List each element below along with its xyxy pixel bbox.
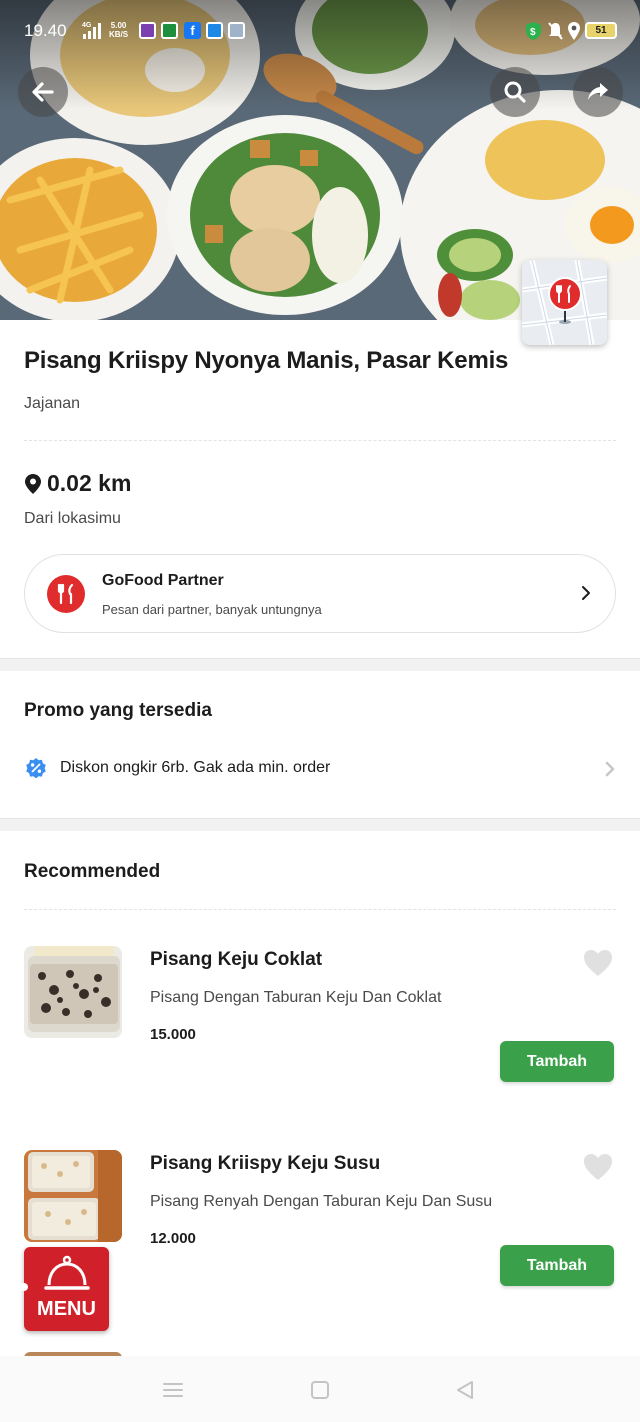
facebook-icon: f: [184, 22, 201, 39]
distance-row: 0.02 km: [24, 470, 131, 497]
partner-title: GoFood Partner: [102, 572, 224, 589]
divider: [24, 909, 616, 910]
system-navigation-bar: [0, 1356, 640, 1422]
back-button[interactable]: [18, 67, 68, 117]
map-thumbnail[interactable]: [522, 260, 607, 345]
share-icon: [588, 83, 608, 100]
add-to-cart-button[interactable]: Tambah: [500, 1041, 614, 1082]
menu-button-label: MENU: [37, 1298, 96, 1320]
menu-button[interactable]: MENU: [20, 1247, 109, 1331]
app-notification-icon: [228, 22, 245, 39]
heart-icon[interactable]: [582, 948, 614, 978]
promo-item[interactable]: Diskon ongkir 6rb. Gak ada min. order: [24, 756, 616, 782]
status-bar: 19.40 4G 5.00 KB/S f $ 51: [0, 0, 640, 62]
back-triangle-icon[interactable]: [454, 1380, 476, 1400]
svg-text:$: $: [530, 27, 536, 38]
home-square-icon[interactable]: [309, 1380, 331, 1400]
speed-value: 5.00: [110, 21, 127, 30]
chevron-right-icon: [582, 586, 590, 600]
distance-caption: Dari lokasimu: [24, 510, 121, 527]
restaurant-category: Jajanan: [24, 395, 81, 412]
arrow-left-icon: [32, 82, 54, 102]
share-button[interactable]: [573, 67, 623, 117]
add-to-cart-button[interactable]: Tambah: [500, 1245, 614, 1286]
distance-value: 0.02 km: [47, 470, 132, 496]
cutlery-icon: [57, 583, 74, 605]
section-separator: [0, 658, 640, 671]
partner-badge: [47, 575, 85, 613]
search-icon: [504, 81, 526, 103]
menu-item-description: Pisang Dengan Taburan Keju Dan Coklat: [150, 989, 442, 1006]
gofood-partner-card[interactable]: GoFood Partner Pesan dari partner, banya…: [24, 554, 616, 633]
signal-icon: 4G: [82, 22, 101, 39]
menu-item-photo[interactable]: [24, 1150, 122, 1242]
shield-icon: $: [526, 22, 541, 40]
app-notification-icon: [161, 22, 178, 39]
discount-badge-icon: [26, 758, 46, 779]
menu-item-description: Pisang Renyah Dengan Taburan Keju Dan Su…: [150, 1193, 493, 1210]
promo-text: Diskon ongkir 6rb. Gak ada min. order: [60, 759, 331, 776]
food-photo: [24, 1150, 122, 1242]
recommended-section-title: Recommended: [24, 861, 161, 882]
menu-item-price: 15.000: [150, 1026, 196, 1043]
app-notification-icon: [139, 22, 156, 39]
partner-description: Pesan dari partner, banyak untungnya: [102, 602, 322, 617]
divider: [24, 440, 616, 441]
menu-item-price: 12.000: [150, 1230, 196, 1247]
menu-item-photo[interactable]: [24, 946, 122, 1038]
food-photo: [24, 946, 122, 1038]
search-button[interactable]: [490, 67, 540, 117]
restaurant-name: Pisang Kriispy Nyonya Manis, Pasar Kemis: [24, 347, 509, 374]
fab-notch: [20, 1283, 28, 1291]
heart-icon[interactable]: [582, 1152, 614, 1182]
menu-item-name: Pisang Keju Coklat: [150, 949, 323, 970]
network-speed: 5.00 KB/S: [109, 21, 128, 39]
status-time: 19.40: [24, 21, 67, 40]
battery-indicator: 51: [585, 22, 617, 39]
svg-text:4G: 4G: [82, 22, 92, 29]
location-icon: [568, 22, 580, 40]
menu-lines-icon[interactable]: [162, 1380, 184, 1400]
messenger-icon: [206, 22, 223, 39]
speed-unit: KB/S: [109, 30, 129, 39]
mute-bell-icon: [548, 22, 563, 40]
map-pin-icon: [522, 260, 607, 345]
cloche-icon: [44, 1255, 90, 1290]
section-separator: [0, 818, 640, 831]
location-pin-icon: [25, 473, 41, 494]
menu-item-name: Pisang Kriispy Keju Susu: [150, 1153, 381, 1174]
chevron-right-icon: [605, 761, 615, 777]
promo-section-title: Promo yang tersedia: [24, 700, 212, 721]
